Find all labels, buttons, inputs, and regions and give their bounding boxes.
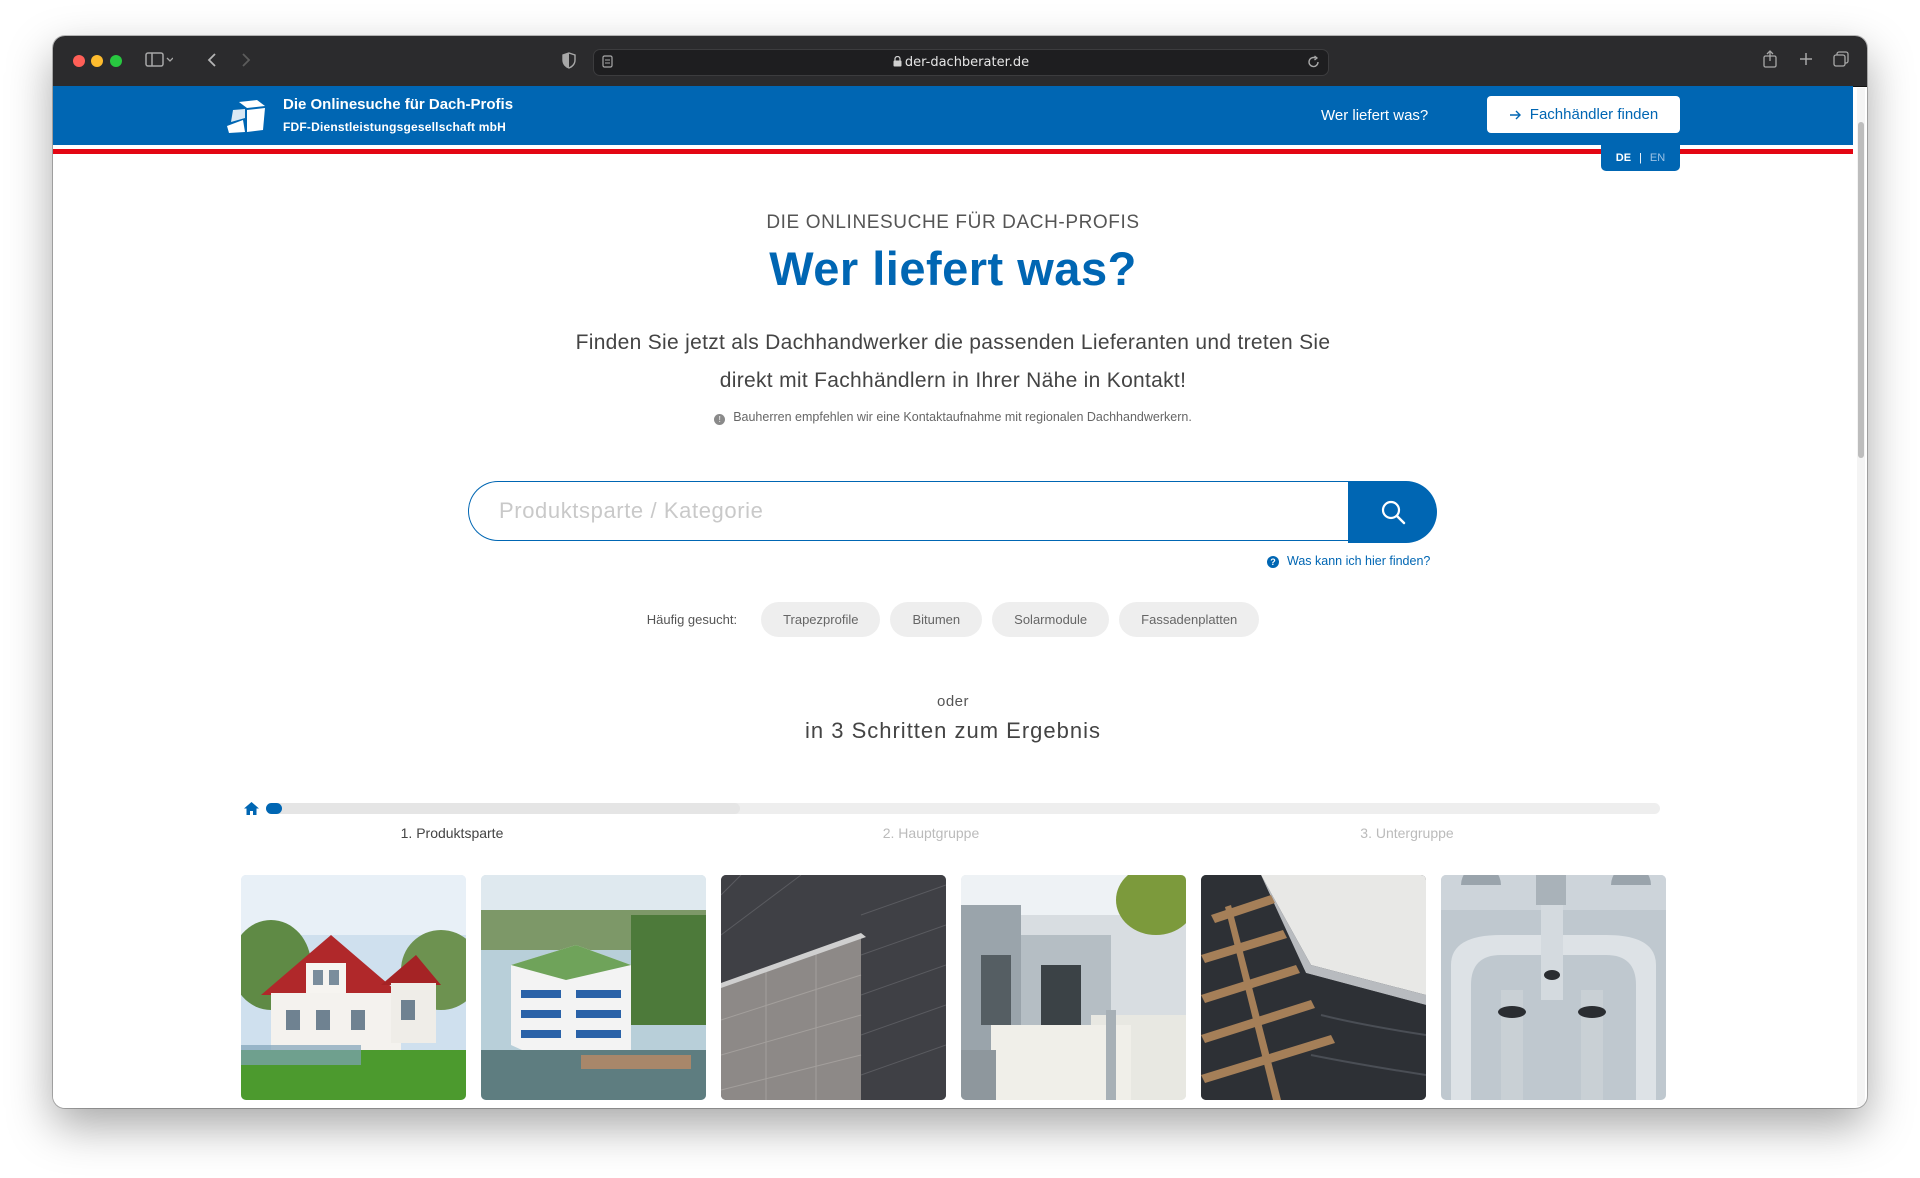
find-dealer-label: Fachhändler finden bbox=[1529, 106, 1659, 123]
brand-subtitle[interactable]: FDF-Dienstleistungsgesellschaft mbH bbox=[283, 120, 506, 134]
lang-en-link[interactable]: EN bbox=[1650, 152, 1665, 164]
help-link[interactable]: ? Was kann ich hier finden? bbox=[1267, 554, 1430, 568]
tile-house-photo[interactable] bbox=[241, 875, 466, 1100]
fdf-logo-icon[interactable] bbox=[225, 98, 267, 134]
sidebar-toggle-icon[interactable] bbox=[145, 52, 174, 71]
search-input[interactable] bbox=[468, 481, 1348, 541]
steps-progress-track bbox=[266, 803, 1660, 814]
tab-overview-icon[interactable] bbox=[1833, 51, 1849, 70]
tile-flat-roof-building-photo[interactable] bbox=[481, 875, 706, 1100]
web-page: Die Onlinesuche für Dach-Profis FDF-Dien… bbox=[53, 86, 1853, 1108]
hero-kicker: DIE ONLINESUCHE FÜR DACH-PROFIS bbox=[766, 212, 1140, 233]
step-label-hauptgruppe: 2. Hauptgruppe bbox=[882, 825, 980, 841]
close-window-button[interactable] bbox=[73, 55, 85, 67]
info-icon: ! bbox=[714, 414, 726, 425]
tile-gutter-parts-photo[interactable] bbox=[1441, 875, 1666, 1100]
scrollbar-thumb[interactable] bbox=[1858, 122, 1864, 458]
hero-hint: ! Bauherren empfehlen wir eine Kontaktauf… bbox=[53, 410, 1853, 425]
privacy-shield-icon[interactable] bbox=[562, 52, 576, 72]
nav-link-wer-liefert-was[interactable]: Wer liefert was? bbox=[1321, 107, 1428, 124]
reload-icon[interactable] bbox=[1307, 55, 1320, 72]
header-stripe-red bbox=[53, 149, 1853, 154]
url-text[interactable]: der-dachberater.de bbox=[594, 55, 1328, 70]
chip-solarmodule[interactable]: Solarmodule bbox=[992, 602, 1110, 637]
arrow-right-icon bbox=[1509, 110, 1521, 119]
chip-fassadenplatten[interactable]: Fassadenplatten bbox=[1119, 602, 1260, 637]
hero-headline: Wer liefert was? bbox=[769, 242, 1137, 295]
chip-bitumen[interactable]: Bitumen bbox=[890, 602, 983, 637]
chip-trapezprofile[interactable]: Trapezprofile bbox=[761, 602, 881, 637]
help-link-text: Was kann ich hier finden? bbox=[1287, 554, 1431, 568]
back-icon[interactable] bbox=[206, 52, 218, 71]
steps-title: in 3 Schritten zum Ergebnis bbox=[804, 718, 1102, 743]
url-label: der-dachberater.de bbox=[904, 55, 1030, 70]
popular-label: Häufig gesucht: bbox=[646, 612, 738, 627]
search-bar bbox=[468, 481, 1437, 543]
language-switcher: DE | EN bbox=[1601, 145, 1680, 171]
address-bar[interactable]: der-dachberater.de bbox=[593, 49, 1329, 76]
tile-roof-tiles-photo[interactable] bbox=[1201, 875, 1426, 1100]
hero-intro-line-1: Finden Sie jetzt als Dachhandwerker die … bbox=[575, 331, 1331, 354]
popular-searches: Häufig gesucht: Trapezprofile Bitumen So… bbox=[53, 602, 1853, 637]
search-button[interactable] bbox=[1348, 481, 1437, 543]
minimize-window-button[interactable] bbox=[91, 55, 103, 67]
search-icon bbox=[1381, 500, 1405, 525]
step-label-produktsparte[interactable]: 1. Produktsparte bbox=[332, 825, 572, 841]
page-scrollbar[interactable] bbox=[1857, 88, 1865, 1106]
steps-progress-knob[interactable] bbox=[266, 803, 282, 814]
new-tab-icon[interactable] bbox=[1799, 52, 1813, 69]
zoom-window-button[interactable] bbox=[110, 55, 122, 67]
share-icon[interactable] bbox=[1763, 50, 1777, 71]
site-header: Die Onlinesuche für Dach-Profis FDF-Dien… bbox=[53, 86, 1853, 145]
find-dealer-button[interactable]: Fachhändler finden bbox=[1487, 96, 1680, 133]
question-icon: ? bbox=[1267, 556, 1279, 568]
lang-de-link[interactable]: DE bbox=[1616, 152, 1631, 164]
brand-title[interactable]: Die Onlinesuche für Dach-Profis bbox=[283, 96, 513, 113]
oder-text: oder bbox=[936, 693, 970, 710]
home-icon[interactable] bbox=[243, 801, 260, 821]
hero-intro-line-2: direkt mit Fachhändlern in Ihrer Nähe in… bbox=[719, 369, 1187, 392]
hero-intro: Finden Sie jetzt als Dachhandwerker die … bbox=[53, 324, 1853, 400]
lang-separator: | bbox=[1639, 152, 1642, 164]
browser-toolbar: der-dachberater.de bbox=[53, 36, 1867, 87]
tile-metal-facade-photo[interactable] bbox=[961, 875, 1186, 1100]
forward-icon[interactable] bbox=[240, 52, 252, 71]
browser-window: der-dachberater.de Die Onlinesuche für D… bbox=[53, 36, 1867, 1108]
lock-icon bbox=[893, 55, 902, 67]
steps-progress-fill bbox=[266, 803, 740, 814]
tile-slate-facade-photo[interactable] bbox=[721, 875, 946, 1100]
hero-hint-text: Bauherren empfehlen wir eine Kontaktaufn… bbox=[733, 410, 1192, 424]
category-tiles bbox=[241, 875, 1666, 1100]
step-label-untergruppe: 3. Untergruppe bbox=[1360, 825, 1454, 841]
